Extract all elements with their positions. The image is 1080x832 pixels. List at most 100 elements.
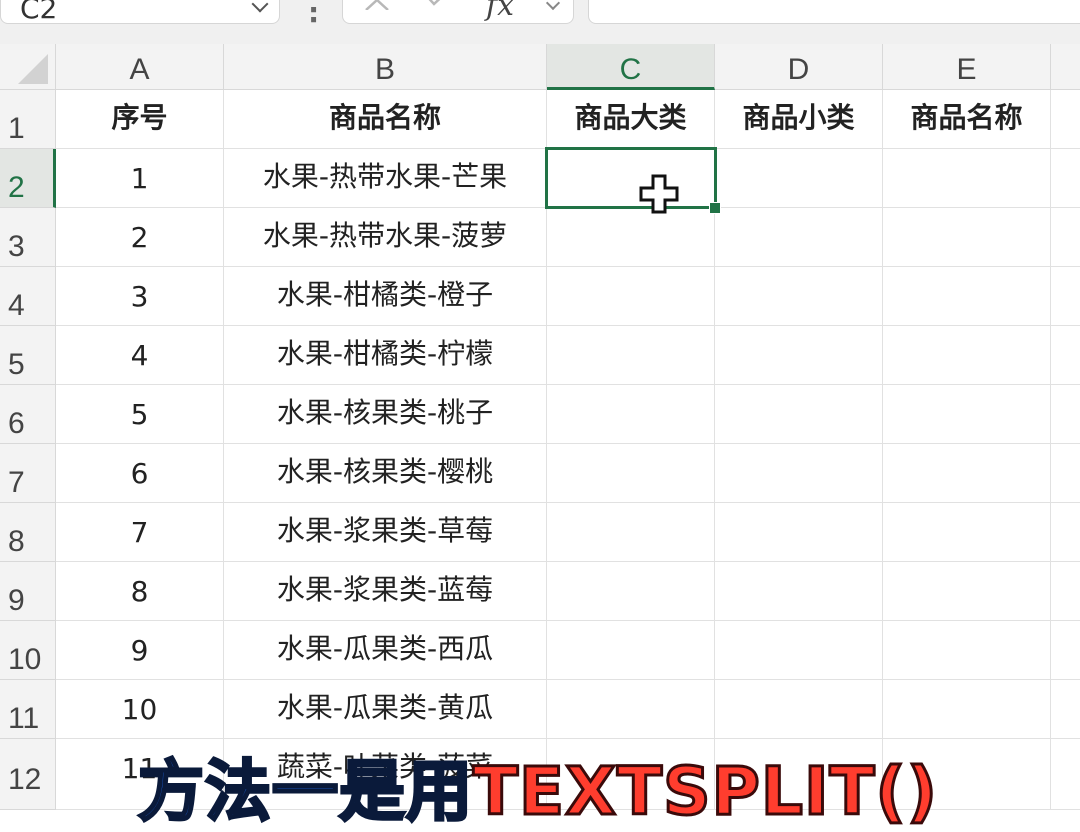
column-header-c[interactable]: C [547,44,715,90]
row-header-11[interactable]: 11 [0,680,56,739]
cell-b3[interactable]: 水果-热带水果-菠萝 [224,208,547,267]
cell-e3[interactable] [883,208,1051,267]
formula-input[interactable] [588,0,1080,24]
row-number: 6 [8,407,25,440]
row-header-10[interactable]: 10 [0,621,56,680]
column-header-e[interactable]: E [883,44,1051,90]
cell-c10[interactable] [547,621,715,680]
row-number: 12 [8,763,42,796]
cell-e6[interactable] [883,385,1051,444]
cell-f4[interactable] [1051,267,1080,326]
cell-d11[interactable] [715,680,883,739]
cell-a2[interactable]: 1 [56,149,224,208]
cell-e1[interactable]: 商品名称 [883,90,1051,149]
cell-b7[interactable]: 水果-核果类-樱桃 [224,444,547,503]
cell-d3[interactable] [715,208,883,267]
cell-f9[interactable] [1051,562,1080,621]
cell-e11[interactable] [883,680,1051,739]
row-number: 7 [8,466,25,499]
cell-b9[interactable]: 水果-浆果类-蓝莓 [224,562,547,621]
cell-f5[interactable] [1051,326,1080,385]
header-no: 序号 [111,101,168,134]
cell-c7[interactable] [547,444,715,503]
cell-c5[interactable] [547,326,715,385]
row-header-1[interactable]: 1 [0,90,56,149]
product-name-value: 水果-浆果类-蓝莓 [276,573,494,606]
cell-f6[interactable] [1051,385,1080,444]
cell-b6[interactable]: 水果-核果类-桃子 [224,385,547,444]
fill-handle[interactable] [709,202,721,214]
cell-e2[interactable] [883,149,1051,208]
cell-a6[interactable]: 5 [56,385,224,444]
close-icon[interactable] [362,0,392,10]
cell-f3[interactable] [1051,208,1080,267]
cell-a9[interactable]: 8 [56,562,224,621]
row-header-3[interactable]: 3 [0,208,56,267]
cell-f7[interactable] [1051,444,1080,503]
cell-d5[interactable] [715,326,883,385]
cell-d4[interactable] [715,267,883,326]
cell-e8[interactable] [883,503,1051,562]
cell-e7[interactable] [883,444,1051,503]
row-header-12[interactable]: 12 [0,739,56,810]
cell-f12[interactable] [1051,739,1080,810]
cell-c1[interactable]: 商品大类 [547,90,715,149]
cell-b11[interactable]: 水果-瓜果类-黄瓜 [224,680,547,739]
cell-a10[interactable]: 9 [56,621,224,680]
cell-b1[interactable]: 商品名称 [224,90,547,149]
cell-e10[interactable] [883,621,1051,680]
row-header-4[interactable]: 4 [0,267,56,326]
cell-a4[interactable]: 3 [56,267,224,326]
cell-d1[interactable]: 商品小类 [715,90,883,149]
cell-d9[interactable] [715,562,883,621]
cell-c3[interactable] [547,208,715,267]
cell-f11[interactable] [1051,680,1080,739]
cell-b4[interactable]: 水果-柑橘类-橙子 [224,267,547,326]
cell-b8[interactable]: 水果-浆果类-草莓 [224,503,547,562]
cell-f1[interactable] [1051,90,1080,149]
cell-e4[interactable] [883,267,1051,326]
row-header-7[interactable]: 7 [0,444,56,503]
row-index-value: 2 [130,221,149,254]
row-header-8[interactable]: 8 [0,503,56,562]
cell-a11[interactable]: 10 [56,680,224,739]
cell-d8[interactable] [715,503,883,562]
cell-e5[interactable] [883,326,1051,385]
row-header-9[interactable]: 9 [0,562,56,621]
cell-c4[interactable] [547,267,715,326]
row-header-5[interactable]: 5 [0,326,56,385]
row-header-2[interactable]: 2 [0,149,56,208]
cell-d2[interactable] [715,149,883,208]
cell-a5[interactable]: 4 [56,326,224,385]
column-header-f[interactable] [1051,44,1080,90]
cell-d6[interactable] [715,385,883,444]
row-index-value: 3 [130,280,149,313]
cell-d10[interactable] [715,621,883,680]
cell-c11[interactable] [547,680,715,739]
active-cell-selection[interactable] [545,147,717,209]
column-header-b[interactable]: B [224,44,547,90]
cell-a8[interactable]: 7 [56,503,224,562]
cell-a7[interactable]: 6 [56,444,224,503]
check-icon[interactable] [420,0,450,10]
row-index-value: 7 [130,516,149,549]
cell-b2[interactable]: 水果-热带水果-芒果 [224,149,547,208]
function-icon[interactable]: fx [486,0,514,23]
column-header-a[interactable]: A [56,44,224,90]
cell-a1[interactable]: 序号 [56,90,224,149]
cell-f10[interactable] [1051,621,1080,680]
cell-e9[interactable] [883,562,1051,621]
cell-b5[interactable]: 水果-柑橘类-柠檬 [224,326,547,385]
cell-f8[interactable] [1051,503,1080,562]
product-name-value: 水果-瓜果类-黄瓜 [276,691,494,724]
cell-b10[interactable]: 水果-瓜果类-西瓜 [224,621,547,680]
cell-c8[interactable] [547,503,715,562]
row-header-6[interactable]: 6 [0,385,56,444]
cell-d7[interactable] [715,444,883,503]
cell-f2[interactable] [1051,149,1080,208]
cell-a3[interactable]: 2 [56,208,224,267]
column-header-d[interactable]: D [715,44,883,90]
row-index-value: 4 [130,339,149,372]
cell-c9[interactable] [547,562,715,621]
cell-c6[interactable] [547,385,715,444]
